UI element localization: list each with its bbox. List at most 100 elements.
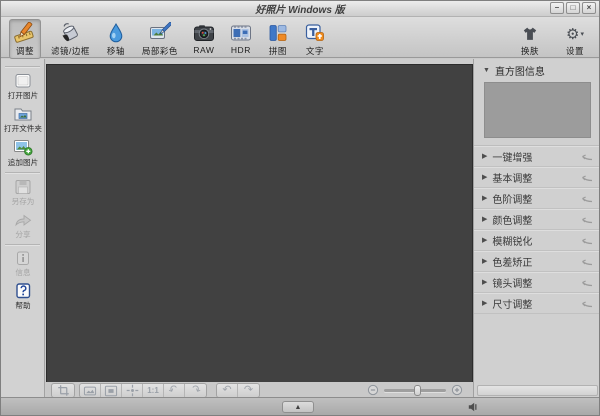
reset-icon[interactable] xyxy=(580,194,593,203)
help-icon xyxy=(13,283,33,299)
section-chromatic-correction[interactable]: ▶ 色差矫正 xyxy=(474,251,599,272)
section-color-adjust[interactable]: ▶ 颜色调整 xyxy=(474,209,599,230)
collage-blocks-icon xyxy=(267,22,289,44)
reset-icon[interactable] xyxy=(580,278,593,287)
fit-image-icon xyxy=(83,385,97,397)
undo-button[interactable]: ↶ xyxy=(217,384,238,397)
tool-partial-color[interactable]: 局部彩色 xyxy=(137,19,183,59)
rotate-right-button[interactable]: ↷ xyxy=(185,382,206,398)
fit-image-button[interactable] xyxy=(80,384,101,397)
settings-button[interactable]: ⚙ ▾ 设置 xyxy=(561,21,589,59)
tool-label: HDR xyxy=(230,45,251,55)
section-label: 基本调整 xyxy=(492,173,533,185)
reset-icon[interactable] xyxy=(580,236,593,245)
triangle-right-icon: ▶ xyxy=(482,258,488,265)
rotate-left-icon: ↶ xyxy=(167,382,181,398)
open-folder-icon xyxy=(13,106,33,122)
fit-window-button[interactable] xyxy=(101,384,122,397)
histogram-section-header[interactable]: ▼ 直方图信息 xyxy=(474,59,599,81)
rotate-right-icon: ↷ xyxy=(188,382,203,398)
triangle-right-icon: ▶ xyxy=(482,237,488,244)
adjustment-sections: ▶ 一键增强 ▶ 基本调整 ▶ 色阶调整 ▶ 颜色调整 ▶ 模糊锐化 ▶ 色差矫… xyxy=(474,145,599,314)
main-toolbar: 调整 滤镜/边框 移轴 局部彩色 RAW HDR 拼图 文字 换肤 ⚙ ▾ 设置 xyxy=(1,17,599,59)
crop-button[interactable] xyxy=(51,383,75,398)
chevron-down-icon: ▾ xyxy=(580,31,584,38)
sidebar-item-info[interactable]: 信息 xyxy=(1,248,44,280)
crop-icon xyxy=(57,384,70,397)
toolbar-right: 换肤 ⚙ ▾ 设置 xyxy=(515,21,589,59)
tool-tabs: 调整 滤镜/边框 移轴 局部彩色 RAW HDR 拼图 文字 xyxy=(9,19,331,59)
zoom-slider[interactable] xyxy=(384,384,446,396)
change-skin-button[interactable]: 换肤 xyxy=(515,21,545,59)
center-crosshair-icon xyxy=(126,384,139,397)
maximize-button[interactable]: □ xyxy=(566,2,580,14)
zoom-out-button[interactable] xyxy=(367,384,379,396)
sidebar-item-append-image[interactable]: 追加图片 xyxy=(1,136,44,170)
sidebar-item-label: 帮助 xyxy=(14,301,31,310)
ratio-label: 1:1 xyxy=(147,386,159,395)
camera-icon xyxy=(193,22,215,44)
reset-icon[interactable] xyxy=(580,173,593,182)
tool-raw[interactable]: RAW xyxy=(188,19,220,57)
rotate-left-button[interactable]: ↶ xyxy=(164,382,185,398)
minimize-button[interactable]: – xyxy=(550,2,564,14)
section-label: 模糊锐化 xyxy=(492,236,533,248)
redo-button[interactable]: ↷ xyxy=(238,384,259,397)
window-title: 好照片 Windows 版 xyxy=(255,5,345,16)
tool-tilt-shift[interactable]: 移轴 xyxy=(100,19,132,59)
append-image-icon xyxy=(13,139,33,156)
sidebar-item-open-folder[interactable]: 打开文件夹 xyxy=(1,103,44,136)
reset-icon[interactable] xyxy=(580,299,593,308)
sidebar-item-label: 追加图片 xyxy=(7,158,38,167)
image-canvas xyxy=(46,64,473,382)
actual-size-button[interactable] xyxy=(122,384,143,397)
sidebar-item-label: 另存为 xyxy=(11,197,34,206)
panel-footer xyxy=(477,385,598,396)
expand-filmstrip-button[interactable]: ▲ xyxy=(282,401,314,413)
info-icon xyxy=(13,251,33,266)
section-lens-adjust[interactable]: ▶ 镜头调整 xyxy=(474,272,599,293)
triangle-right-icon: ▶ xyxy=(482,153,488,160)
triangle-right-icon: ▶ xyxy=(482,195,488,202)
tool-label: 设置 xyxy=(565,46,584,56)
tool-label: RAW xyxy=(193,45,215,55)
tool-filter-border[interactable]: 滤镜/边框 xyxy=(46,19,95,59)
section-label: 尺寸调整 xyxy=(492,299,533,311)
tool-collage[interactable]: 拼图 xyxy=(262,19,294,59)
ratio-1-1-button[interactable]: 1:1 xyxy=(143,384,164,397)
divider xyxy=(5,244,40,246)
section-basic-adjust[interactable]: ▶ 基本调整 xyxy=(474,167,599,188)
speaker-icon[interactable] xyxy=(468,402,478,412)
tool-adjust[interactable]: 调整 xyxy=(9,19,41,59)
sidebar-item-save-as[interactable]: 另存为 xyxy=(1,176,44,209)
section-blur-sharpen[interactable]: ▶ 模糊锐化 xyxy=(474,230,599,251)
window-controls: – □ × xyxy=(550,2,596,14)
triangle-right-icon: ▶ xyxy=(482,300,488,307)
tool-label: 拼图 xyxy=(268,46,287,56)
canvas-area: 1:1 ↶ ↷ ↶ ↷ xyxy=(46,59,473,399)
sidebar-item-open-image[interactable]: 打开图片 xyxy=(1,70,44,103)
tool-text[interactable]: 文字 xyxy=(299,19,331,59)
reset-icon[interactable] xyxy=(580,215,593,224)
tool-label: 换肤 xyxy=(520,46,539,56)
zoom-slider-thumb[interactable] xyxy=(413,384,421,396)
section-size-adjust[interactable]: ▶ 尺寸调整 xyxy=(474,293,599,314)
tool-label: 移轴 xyxy=(106,46,125,56)
divider xyxy=(5,66,40,68)
close-button[interactable]: × xyxy=(582,2,596,14)
section-one-key-enhance[interactable]: ▶ 一键增强 xyxy=(474,146,599,167)
sidebar-item-share[interactable]: 分享 xyxy=(1,209,44,242)
redo-icon: ↷ xyxy=(243,384,254,396)
history-controls-group: ↶ ↷ xyxy=(216,383,260,398)
reset-icon[interactable] xyxy=(580,257,593,266)
left-sidebar: 打开图片 打开文件夹 追加图片 另存为 分享 信息 帮助 xyxy=(1,59,45,399)
right-panel: ▼ 直方图信息 ▶ 一键增强 ▶ 基本调整 ▶ 色阶调整 ▶ 颜色调整 ▶ 模糊… xyxy=(473,59,599,399)
tool-hdr[interactable]: HDR xyxy=(225,19,257,57)
section-levels-adjust[interactable]: ▶ 色阶调整 xyxy=(474,188,599,209)
zoom-in-button[interactable] xyxy=(451,384,463,396)
section-label: 一键增强 xyxy=(492,152,533,164)
reset-icon[interactable] xyxy=(580,152,593,161)
open-image-icon xyxy=(13,73,33,89)
sidebar-item-help[interactable]: 帮助 xyxy=(1,280,44,313)
sidebar-item-label: 分享 xyxy=(14,230,31,239)
